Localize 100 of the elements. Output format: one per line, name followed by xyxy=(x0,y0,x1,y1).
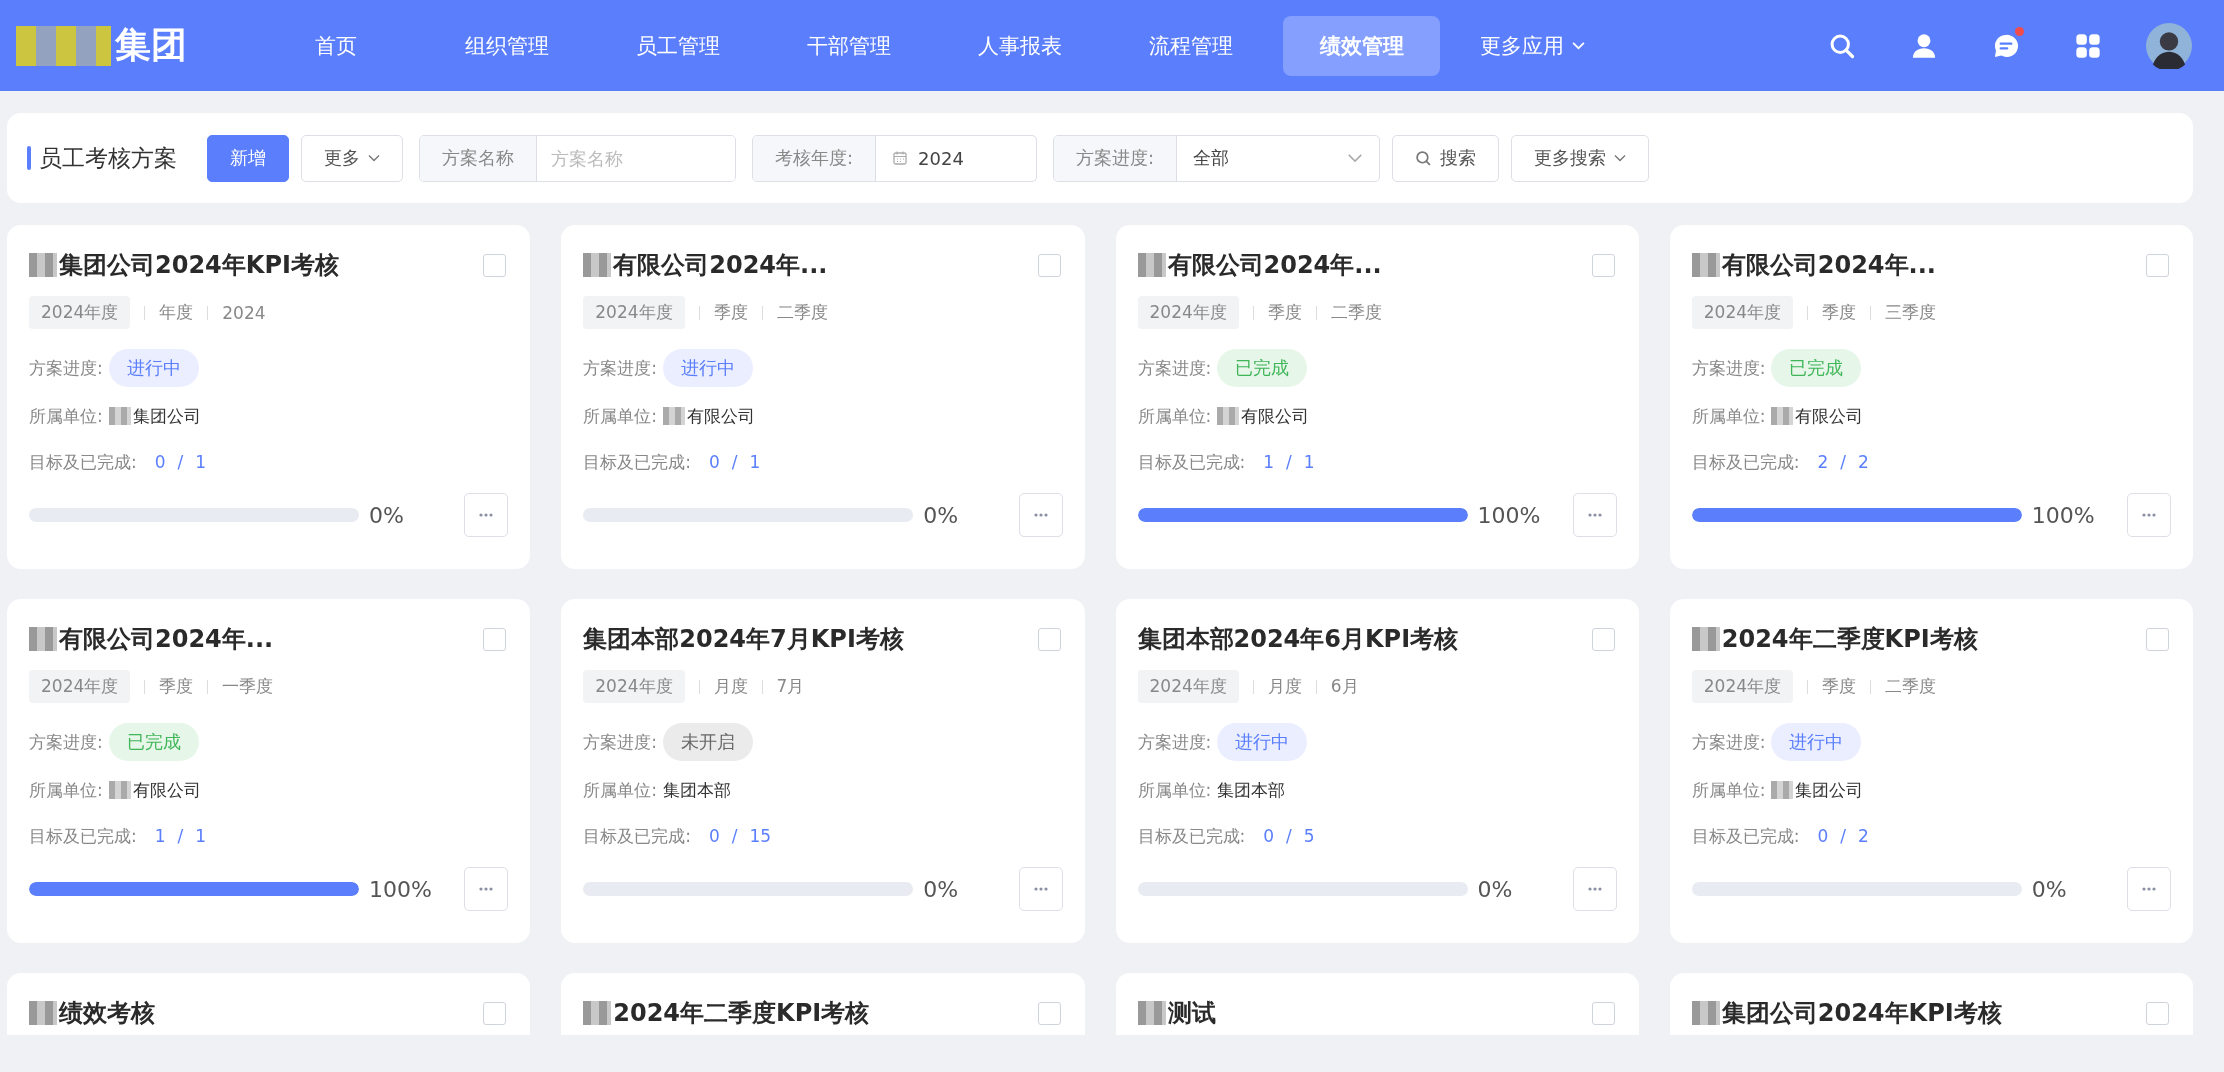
user-icon[interactable] xyxy=(1910,31,1938,60)
unit-name: 有限公司 xyxy=(1241,404,1310,428)
plan-title: 有限公司2024年... xyxy=(613,250,829,281)
period-type: 季度 xyxy=(1822,301,1856,324)
more-actions-button[interactable] xyxy=(2127,867,2171,911)
period-type: 季度 xyxy=(1822,675,1856,698)
checkbox[interactable] xyxy=(1037,627,1061,651)
ellipsis-icon xyxy=(2141,887,2157,891)
checkbox[interactable] xyxy=(2146,1001,2169,1025)
plan-title: 2024年二季度KPI考核 xyxy=(613,998,871,1029)
year-filter-field[interactable]: 考核年度: 2024 xyxy=(752,134,1038,182)
checkbox[interactable] xyxy=(1037,1001,1061,1025)
plan-card[interactable]: 2024年二季度KPI考核 2024年度 季度 二季度 方案进度: 进行中 所属单位: 集团公司 目标及已完成: 0 / 2 0% xyxy=(1669,599,2193,943)
year-tag: 2024年度 xyxy=(1137,670,1239,703)
plan-card[interactable]: 绩效考核 xyxy=(7,973,531,1035)
status-badge: 进行中 xyxy=(108,349,199,387)
apps-grid-icon[interactable] xyxy=(2074,31,2102,60)
add-button[interactable]: 新增 xyxy=(207,134,289,182)
percent-text: 0% xyxy=(369,502,404,528)
checkbox[interactable] xyxy=(1591,627,1615,651)
plan-card[interactable]: 有限公司2024年... 2024年度 季度 一季度 方案进度: 已完成 所属单位: 有限公司 目标及已完成: 1 / 1 100% xyxy=(7,599,531,943)
ellipsis-icon xyxy=(478,887,495,891)
field-label: 方案进度: xyxy=(29,356,103,380)
plan-card[interactable]: 有限公司2024年... 2024年度 季度 三季度 方案进度: 已完成 所属单位: 有限公司 目标及已完成: 2 / 2 100% xyxy=(1669,225,2193,569)
field-label: 所属单位: xyxy=(1137,404,1212,428)
percent-text: 100% xyxy=(2031,502,2095,528)
caret-icon xyxy=(368,154,380,162)
more-actions-button[interactable] xyxy=(1572,867,1617,911)
field-label: 方案进度: xyxy=(29,730,103,754)
more-actions-button[interactable] xyxy=(1018,867,1063,911)
nav-tab[interactable]: 首页 xyxy=(250,15,421,76)
checkbox[interactable] xyxy=(1591,253,1615,277)
period-value: 二季度 xyxy=(776,301,828,324)
goal-count: 1 xyxy=(154,826,166,846)
ellipsis-icon xyxy=(1586,887,1603,891)
plan-title: 集团公司2024年KPI考核 xyxy=(59,250,340,281)
field-label: 所属单位: xyxy=(29,404,103,428)
goal-count: 1 xyxy=(1263,452,1275,472)
more-search-button[interactable]: 更多搜索 xyxy=(1511,134,1650,182)
nav-tab[interactable]: 干部管理 xyxy=(763,15,934,76)
ellipsis-icon xyxy=(1032,887,1049,891)
completed-count: 1 xyxy=(749,452,761,472)
checkbox[interactable] xyxy=(1037,253,1061,277)
period-value: 一季度 xyxy=(222,675,274,698)
plan-title: 有限公司2024年... xyxy=(1167,250,1383,281)
progress-filter-field[interactable]: 方案进度: 全部 xyxy=(1053,134,1381,182)
year-tag: 2024年度 xyxy=(29,296,131,329)
more-actions-button[interactable] xyxy=(464,493,509,537)
page-title: 员工考核方案 xyxy=(39,143,177,173)
nav-tab[interactable]: 更多应用 xyxy=(1447,15,1618,76)
slash-separator: / xyxy=(1286,826,1292,846)
plan-card[interactable]: 2024年二季度KPI考核 xyxy=(561,973,1085,1035)
nav-tab[interactable]: 流程管理 xyxy=(1105,15,1276,76)
plan-card[interactable]: 集团本部2024年7月KPI考核 2024年度 月度 7月 方案进度: 未开启 所属单位: 集团本部 目标及已完成: 0 / 15 0% xyxy=(561,599,1085,943)
more-actions-button[interactable] xyxy=(464,867,509,911)
more-actions-button[interactable] xyxy=(1572,493,1617,537)
unit-name: 集团公司 xyxy=(132,404,201,428)
checkbox[interactable] xyxy=(483,1001,507,1025)
nav-tab[interactable]: 员工管理 xyxy=(592,15,763,76)
unit-name: 有限公司 xyxy=(132,778,201,802)
goal-count: 0 xyxy=(709,452,720,472)
more-button[interactable]: 更多 xyxy=(301,134,403,182)
status-badge: 已完成 xyxy=(1217,349,1308,387)
caret-icon xyxy=(1347,153,1364,163)
status-badge: 进行中 xyxy=(1217,723,1308,761)
completed-count: 2 xyxy=(1858,452,1869,472)
plan-card[interactable]: 测试 xyxy=(1115,973,1639,1035)
nav-tab[interactable]: 组织管理 xyxy=(421,15,592,76)
title-accent-bar xyxy=(27,146,31,170)
caret-icon xyxy=(1614,154,1627,162)
status-badge: 已完成 xyxy=(1771,349,1862,387)
search-button[interactable]: 搜索 xyxy=(1392,134,1500,182)
period-value: 二季度 xyxy=(1885,675,1936,698)
plan-title: 有限公司2024年... xyxy=(59,624,275,655)
checkbox[interactable] xyxy=(2146,253,2169,277)
ellipsis-icon xyxy=(478,513,495,517)
slash-separator: / xyxy=(731,452,738,472)
checkbox[interactable] xyxy=(2146,627,2169,651)
plan-card[interactable]: 有限公司2024年... 2024年度 季度 二季度 方案进度: 已完成 所属单位: 有限公司 目标及已完成: 1 / 1 100% xyxy=(1115,225,1639,569)
status-badge: 进行中 xyxy=(663,349,753,387)
checkbox[interactable] xyxy=(483,627,507,651)
nav-tab[interactable]: 人事报表 xyxy=(934,15,1105,76)
plan-card[interactable]: 集团公司2024年KPI考核 2024年度 年度 2024 方案进度: 进行中 所属单位: 集团公司 目标及已完成: 0 / 1 0% xyxy=(7,225,531,569)
plan-card[interactable]: 集团本部2024年6月KPI考核 2024年度 月度 6月 方案进度: 进行中 所属单位: 集团本部 目标及已完成: 0 / 5 0% xyxy=(1115,599,1639,943)
year-tag: 2024年度 xyxy=(1137,296,1239,329)
more-actions-button[interactable] xyxy=(2127,493,2171,537)
field-label: 方案进度: xyxy=(1137,356,1212,380)
slash-separator: / xyxy=(1286,452,1292,472)
year-tag: 2024年度 xyxy=(29,670,131,703)
plan-card[interactable]: 有限公司2024年... 2024年度 季度 二季度 方案进度: 进行中 所属单位: 有限公司 目标及已完成: 0 / 1 0% xyxy=(561,225,1085,569)
checkbox[interactable] xyxy=(483,253,507,277)
slash-separator: / xyxy=(731,826,738,846)
plan-card[interactable]: 集团公司2024年KPI考核 xyxy=(1669,973,2193,1035)
more-actions-button[interactable] xyxy=(1018,493,1063,537)
field-label: 所属单位: xyxy=(583,778,657,802)
status-badge: 进行中 xyxy=(1771,723,1862,761)
avatar[interactable] xyxy=(2146,22,2192,69)
checkbox[interactable] xyxy=(1591,1001,1615,1025)
period-value: 二季度 xyxy=(1330,301,1382,324)
completed-count: 5 xyxy=(1303,826,1315,846)
